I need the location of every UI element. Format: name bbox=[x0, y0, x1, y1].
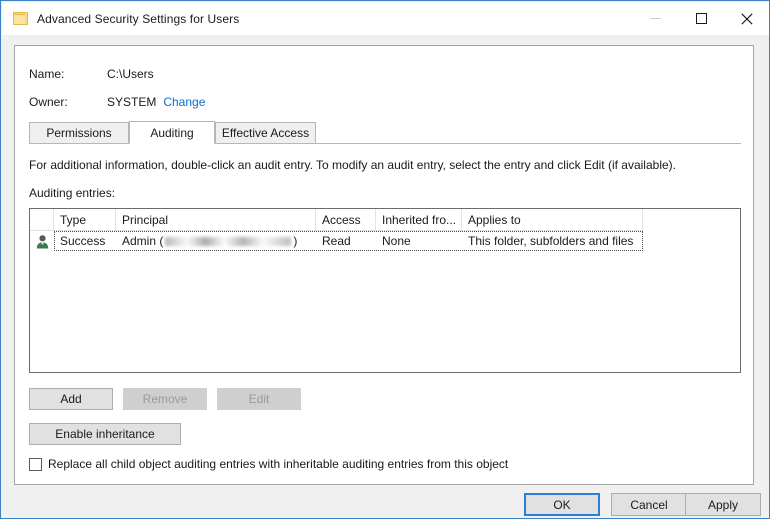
apply-button-label: Apply bbox=[708, 498, 738, 512]
close-icon[interactable] bbox=[724, 2, 770, 35]
folder-icon bbox=[13, 12, 29, 26]
tab-auditing-label: Auditing bbox=[150, 126, 193, 140]
window-title: Advanced Security Settings for Users bbox=[37, 12, 239, 26]
description-text: For additional information, double-click… bbox=[29, 158, 676, 172]
column-header-applies-to[interactable]: Applies to bbox=[462, 209, 643, 230]
table-header-row: Type Principal Access Inherited fro... A… bbox=[30, 209, 643, 231]
window-controls bbox=[632, 2, 770, 35]
cell-applies-to: This folder, subfolders and files bbox=[462, 234, 643, 248]
minimize-icon bbox=[632, 2, 678, 35]
replace-child-entries-label: Replace all child object auditing entrie… bbox=[48, 457, 508, 471]
tab-auditing[interactable]: Auditing bbox=[129, 121, 215, 144]
enable-inheritance-button[interactable]: Enable inheritance bbox=[29, 423, 181, 445]
auditing-entries-label: Auditing entries: bbox=[29, 186, 115, 200]
name-label: Name: bbox=[29, 67, 64, 81]
change-owner-link[interactable]: Change bbox=[163, 95, 205, 109]
tab-permissions-label: Permissions bbox=[46, 126, 111, 140]
apply-button[interactable]: Apply bbox=[685, 493, 761, 516]
remove-button-label: Remove bbox=[143, 392, 188, 406]
edit-button: Edit bbox=[217, 388, 301, 410]
tab-permissions[interactable]: Permissions bbox=[29, 122, 129, 144]
column-header-access[interactable]: Access bbox=[316, 209, 376, 230]
ok-button[interactable]: OK bbox=[524, 493, 600, 516]
cell-type: Success bbox=[54, 234, 116, 248]
user-icon bbox=[30, 231, 54, 251]
enable-inheritance-button-label: Enable inheritance bbox=[55, 427, 154, 441]
owner-value: SYSTEM bbox=[107, 95, 156, 109]
owner-row: Owner: SYSTEM Change bbox=[15, 95, 753, 111]
column-header-type[interactable]: Type bbox=[54, 209, 116, 230]
cancel-button[interactable]: Cancel bbox=[611, 493, 687, 516]
column-header-principal[interactable]: Principal bbox=[116, 209, 316, 230]
tab-strip: Permissions Auditing Effective Access bbox=[15, 121, 753, 144]
column-header-inherited-from[interactable]: Inherited fro... bbox=[376, 209, 462, 230]
tab-effective-access[interactable]: Effective Access bbox=[215, 122, 316, 144]
ok-button-label: OK bbox=[553, 498, 570, 512]
auditing-entries-list[interactable]: Type Principal Access Inherited fro... A… bbox=[29, 208, 741, 373]
owner-value-group: SYSTEM Change bbox=[107, 95, 205, 109]
content-panel: Name: C:\Users Owner: SYSTEM Change Permi… bbox=[14, 45, 754, 485]
cell-principal: Admin () bbox=[116, 234, 316, 248]
name-value: C:\Users bbox=[107, 67, 154, 81]
owner-label: Owner: bbox=[29, 95, 68, 109]
add-button[interactable]: Add bbox=[29, 388, 113, 410]
redacted-principal-detail bbox=[165, 237, 291, 246]
cell-access: Read bbox=[316, 234, 376, 248]
edit-button-label: Edit bbox=[249, 392, 270, 406]
replace-child-entries-checkbox[interactable] bbox=[29, 458, 42, 471]
cell-inherited-from: None bbox=[376, 234, 462, 248]
title-bar[interactable]: Advanced Security Settings for Users bbox=[2, 2, 770, 35]
column-header-icon[interactable] bbox=[30, 209, 54, 230]
replace-child-entries-row[interactable]: Replace all child object auditing entrie… bbox=[29, 457, 508, 471]
cancel-button-label: Cancel bbox=[630, 498, 667, 512]
maximize-icon[interactable] bbox=[678, 2, 724, 35]
name-row: Name: C:\Users bbox=[15, 67, 753, 83]
advanced-security-settings-dialog: Advanced Security Settings for Users Nam… bbox=[0, 0, 770, 519]
remove-button: Remove bbox=[123, 388, 207, 410]
tab-effective-access-label: Effective Access bbox=[222, 126, 309, 140]
add-button-label: Add bbox=[60, 392, 81, 406]
principal-prefix: Admin ( bbox=[122, 234, 163, 248]
principal-suffix: ) bbox=[293, 234, 297, 248]
table-row[interactable]: Success Admin () Read None This folder, … bbox=[30, 231, 740, 251]
